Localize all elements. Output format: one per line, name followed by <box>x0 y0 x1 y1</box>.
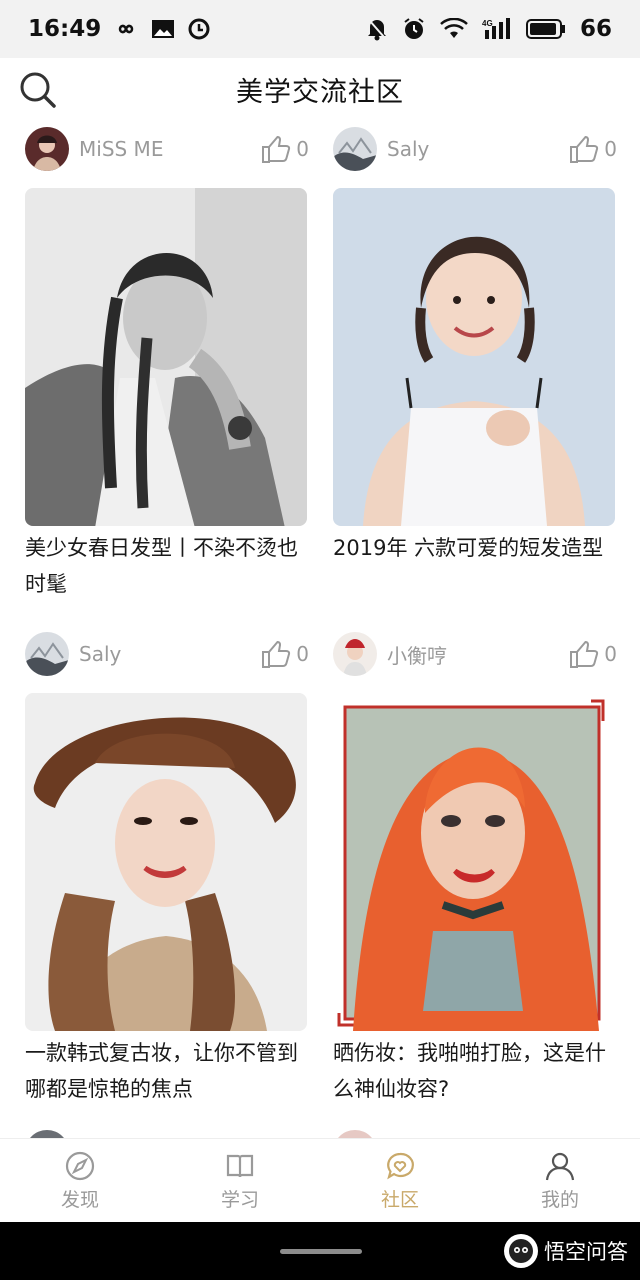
post-header: Saly 0 <box>333 120 617 178</box>
book-icon <box>223 1149 257 1183</box>
system-nav-bar: 悟空问答 <box>0 1222 640 1280</box>
app-header: 美学交流社区 <box>0 58 640 120</box>
battery-icon <box>525 19 566 39</box>
infinity-icon <box>113 21 139 37</box>
home-indicator[interactable] <box>280 1249 362 1254</box>
search-icon <box>20 72 56 108</box>
post-feed[interactable]: MiSS ME 0 美少女春日发型丨不染不烫也时髦 Saly 0 2019年 六… <box>0 120 640 1138</box>
like-count: 0 <box>604 137 617 161</box>
chat-heart-icon <box>383 1149 417 1183</box>
nav-label: 发现 <box>60 1189 99 1211</box>
avatar[interactable] <box>333 632 377 676</box>
status-bar: 16:49 4G 66 <box>0 0 640 58</box>
thumbs-up-icon <box>262 640 291 668</box>
post-title[interactable]: 晒伤妆：我啪啪打脸，这是什么神仙妆容? <box>333 1035 617 1107</box>
post-title[interactable]: 2019年 六款可爱的短发造型 <box>333 530 617 602</box>
wifi-icon <box>440 18 468 40</box>
like-button[interactable]: 0 <box>568 133 617 165</box>
compass-icon <box>63 1149 97 1183</box>
post-image[interactable] <box>333 188 615 526</box>
thumbs-up-icon <box>570 135 599 163</box>
network-type-label: 4G <box>482 19 493 28</box>
thumbs-up-icon <box>262 135 291 163</box>
like-button[interactable]: 0 <box>260 133 309 165</box>
post-header: Saly 0 <box>25 625 309 683</box>
bottom-nav: 发现 学习 社区 我的 <box>0 1138 640 1222</box>
nav-item-discover[interactable]: 发现 <box>0 1139 160 1222</box>
post-header: 小衡哼 0 <box>333 625 617 683</box>
avatar[interactable] <box>333 1130 377 1138</box>
signal-icon: 4G <box>482 18 512 40</box>
post-image[interactable] <box>25 188 307 526</box>
person-icon <box>543 1149 577 1183</box>
avatar[interactable] <box>25 127 69 171</box>
avatar[interactable] <box>333 127 377 171</box>
thumbs-up-icon <box>570 640 599 668</box>
page-title: 美学交流社区 <box>236 76 404 108</box>
post-image[interactable] <box>333 693 615 1031</box>
post-title[interactable]: 美少女春日发型丨不染不烫也时髦 <box>25 530 309 602</box>
watermark: 悟空问答 <box>504 1234 628 1268</box>
like-button[interactable]: 0 <box>568 638 617 670</box>
nav-label: 学习 <box>220 1189 259 1211</box>
post-image[interactable] <box>25 693 307 1031</box>
battery-level: 66 <box>579 16 612 42</box>
sync-icon <box>187 17 211 41</box>
avatar[interactable] <box>25 1130 69 1138</box>
post-header: MiSS ME 0 <box>25 120 309 178</box>
nav-label: 社区 <box>380 1189 419 1211</box>
author-name[interactable]: MiSS ME <box>79 137 163 161</box>
post-title[interactable]: 一款韩式复古妆，让你不管到哪都是惊艳的焦点 <box>25 1035 309 1107</box>
author-name[interactable]: 小衡哼 <box>387 640 447 669</box>
author-name[interactable]: Saly <box>387 137 429 161</box>
post-card[interactable]: Saly 0 一款韩式复古妆，让你不管到哪都是惊艳的焦点 <box>25 625 309 1107</box>
wukong-logo-icon <box>504 1234 538 1268</box>
like-count: 0 <box>296 137 309 161</box>
post-card[interactable]: 小衡哼 0 晒伤妆：我啪啪打脸，这是什么神仙妆容? <box>333 625 617 1107</box>
author-name[interactable]: Saly <box>79 642 121 666</box>
gallery-icon <box>151 18 175 40</box>
nav-item-learn[interactable]: 学习 <box>160 1139 320 1222</box>
watermark-text: 悟空问答 <box>544 1240 628 1264</box>
post-card[interactable]: MiSS ME 0 美少女春日发型丨不染不烫也时髦 <box>25 120 309 602</box>
nav-label: 我的 <box>540 1189 579 1211</box>
like-count: 0 <box>604 642 617 666</box>
like-count: 0 <box>296 642 309 666</box>
like-button[interactable]: 0 <box>260 638 309 670</box>
post-card[interactable]: Saly 0 2019年 六款可爱的短发造型 <box>333 120 617 602</box>
search-button[interactable] <box>18 70 58 110</box>
nav-item-community[interactable]: 社区 <box>320 1139 480 1222</box>
alarm-icon <box>402 17 426 41</box>
mute-bell-icon <box>366 17 388 41</box>
nav-item-me[interactable]: 我的 <box>480 1139 640 1222</box>
status-time: 16:49 <box>28 16 102 42</box>
avatar[interactable] <box>25 632 69 676</box>
